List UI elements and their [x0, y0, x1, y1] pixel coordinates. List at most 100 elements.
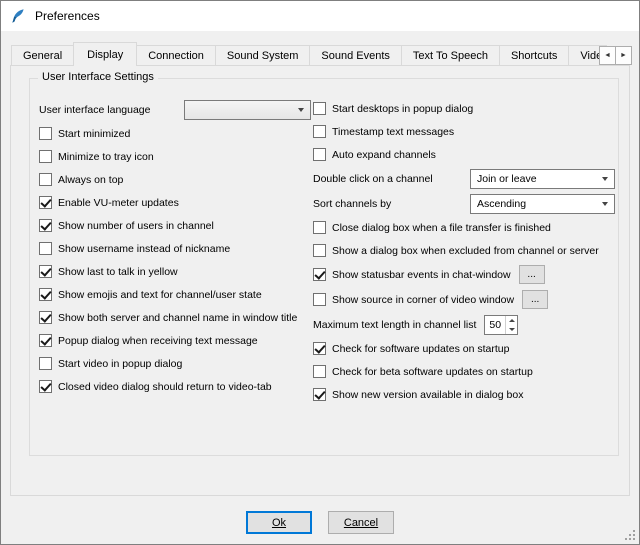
checkbox[interactable] — [39, 173, 52, 186]
statusbar-events-checkbox[interactable] — [313, 268, 326, 281]
app-icon — [10, 8, 26, 24]
resize-grip[interactable] — [624, 529, 637, 542]
checkbox[interactable] — [313, 388, 326, 401]
checkbox-row[interactable]: Show both server and channel name in win… — [39, 306, 311, 329]
checkbox[interactable] — [39, 196, 52, 209]
checkbox-row[interactable]: Close dialog box when a file transfer is… — [313, 216, 615, 239]
checkbox-label: Always on top — [58, 174, 123, 186]
right-column: Start desktops in popup dialog Timestamp… — [313, 97, 615, 406]
spin-up-icon[interactable] — [506, 316, 517, 325]
max-text-length-label: Maximum text length in channel list — [313, 319, 476, 331]
checkbox-row[interactable]: Show username instead of nickname — [39, 237, 311, 260]
checkbox-label: Show last to talk in yellow — [58, 266, 178, 278]
tab-scroll-left-icon[interactable]: ◄ — [599, 46, 616, 65]
tab-page-panel: User Interface Settings User interface l… — [10, 65, 630, 496]
tab-label: Display — [87, 49, 123, 61]
max-text-length-row: Maximum text length in channel list 50 — [313, 312, 615, 337]
video-source-checkbox[interactable] — [313, 293, 326, 306]
sort-channels-combobox[interactable]: Ascending — [470, 194, 615, 214]
checkbox[interactable] — [39, 380, 52, 393]
checkbox-row[interactable]: Show a dialog box when excluded from cha… — [313, 239, 615, 262]
tab[interactable]: Text To Speech — [401, 45, 500, 65]
checkbox-label: Show username instead of nickname — [58, 243, 230, 255]
checkbox[interactable] — [39, 242, 52, 255]
title-bar[interactable]: Preferences — [1, 1, 639, 31]
checkbox-row[interactable]: Popup dialog when receiving text message — [39, 329, 311, 352]
checkbox[interactable] — [39, 265, 52, 278]
checkbox-label: Close dialog box when a file transfer is… — [332, 222, 551, 234]
chevron-down-icon — [596, 171, 613, 187]
checkbox[interactable] — [39, 219, 52, 232]
checkbox-label: Show emojis and text for channel/user st… — [58, 289, 262, 301]
checkbox-row[interactable]: Check for beta software updates on start… — [313, 360, 615, 383]
user-interface-settings-group: User Interface Settings User interface l… — [29, 78, 619, 456]
checkbox[interactable] — [313, 148, 326, 161]
sort-channels-row: Sort channels by Ascending — [313, 191, 615, 216]
checkbox-label: Check for software updates on startup — [332, 343, 509, 355]
spin-down-icon[interactable] — [506, 325, 517, 334]
tab-scroll-right-icon[interactable]: ► — [615, 46, 632, 65]
tab[interactable]: Shortcuts — [499, 45, 569, 65]
checkbox[interactable] — [39, 150, 52, 163]
checkbox-row[interactable]: Closed video dialog should return to vid… — [39, 375, 311, 398]
checkbox[interactable] — [39, 357, 52, 370]
checkbox-label: Auto expand channels — [332, 149, 436, 161]
checkbox-label: Show a dialog box when excluded from cha… — [332, 245, 599, 257]
max-text-length-spinner[interactable]: 50 — [484, 315, 518, 335]
tab[interactable]: Sound System — [215, 45, 311, 65]
tab-scroller: ◄ ► — [599, 46, 632, 65]
cancel-button-label: Cancel — [344, 517, 378, 529]
checkbox[interactable] — [39, 288, 52, 301]
checkbox-label: Show number of users in channel — [58, 220, 214, 232]
checkbox-row[interactable]: Show last to talk in yellow — [39, 260, 311, 283]
tab[interactable]: Sound Events — [309, 45, 402, 65]
checkbox-row[interactable]: Timestamp text messages — [313, 120, 615, 143]
checkbox[interactable] — [39, 334, 52, 347]
max-text-length-value: 50 — [485, 316, 505, 334]
checkbox[interactable] — [313, 102, 326, 115]
checkbox-label: Show both server and channel name in win… — [58, 312, 297, 324]
checkbox-row[interactable]: Auto expand channels — [313, 143, 615, 166]
checkbox-row[interactable]: Show new version available in dialog box — [313, 383, 615, 406]
tab-label: Text To Speech — [413, 50, 488, 62]
double-click-row: Double click on a channel Join or leave — [313, 166, 615, 191]
preferences-dialog: Preferences User Interface Settings User… — [0, 0, 640, 545]
checkbox-label: Start minimized — [58, 128, 130, 140]
checkbox-row[interactable]: Show number of users in channel — [39, 214, 311, 237]
tab[interactable]: General — [11, 45, 74, 65]
checkbox-label: Minimize to tray icon — [58, 151, 154, 163]
checkbox-row[interactable]: Start video in popup dialog — [39, 352, 311, 375]
checkbox[interactable] — [39, 311, 52, 324]
checkbox[interactable] — [313, 365, 326, 378]
checkbox-row[interactable]: Show emojis and text for channel/user st… — [39, 283, 311, 306]
video-source-row: Show source in corner of video window ..… — [313, 287, 615, 312]
checkbox-row[interactable]: Check for software updates on startup — [313, 337, 615, 360]
checkbox[interactable] — [313, 342, 326, 355]
tab-label: Shortcuts — [511, 50, 557, 62]
video-source-more-button[interactable]: ... — [522, 290, 548, 309]
checkbox-label: Popup dialog when receiving text message — [58, 335, 258, 347]
checkbox-row[interactable]: Start minimized — [39, 122, 311, 145]
checkbox-row[interactable]: Start desktops in popup dialog — [313, 97, 615, 120]
checkbox-label: Timestamp text messages — [332, 126, 454, 138]
spinner-arrows — [505, 316, 517, 334]
checkbox[interactable] — [313, 125, 326, 138]
tab[interactable]: Connection — [136, 45, 216, 65]
checkbox-row[interactable]: Enable VU-meter updates — [39, 191, 311, 214]
language-combobox[interactable] — [184, 100, 311, 120]
statusbar-events-more-button[interactable]: ... — [519, 265, 545, 284]
left-checkbox-list: Start minimized Minimize to tray icon Al… — [39, 122, 311, 398]
tab-bar: General Display Connection Sound System … — [11, 42, 607, 66]
right-top-checkbox-list: Start desktops in popup dialog Timestamp… — [313, 97, 615, 166]
checkbox-row[interactable]: Always on top — [39, 168, 311, 191]
tab[interactable]: Display — [73, 42, 137, 66]
double-click-combobox[interactable]: Join or leave — [470, 169, 615, 189]
tab-label: General — [23, 50, 62, 62]
checkbox-label: Start video in popup dialog — [58, 358, 182, 370]
checkbox-row[interactable]: Minimize to tray icon — [39, 145, 311, 168]
checkbox[interactable] — [313, 244, 326, 257]
checkbox[interactable] — [313, 221, 326, 234]
checkbox[interactable] — [39, 127, 52, 140]
ok-button[interactable]: Ok — [246, 511, 312, 534]
cancel-button[interactable]: Cancel — [328, 511, 394, 534]
